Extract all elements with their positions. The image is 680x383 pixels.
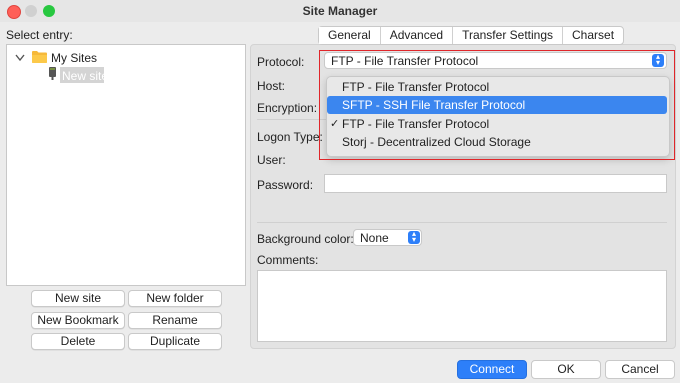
tab-bar: General Advanced Transfer Settings Chars…: [318, 26, 625, 45]
background-color-value: None: [360, 231, 389, 245]
new-site-button[interactable]: New site: [31, 290, 125, 307]
delete-button[interactable]: Delete: [31, 333, 125, 350]
host-label: Host:: [257, 79, 286, 93]
cancel-button[interactable]: Cancel: [605, 360, 675, 379]
server-icon: [49, 67, 56, 80]
folder-icon: [32, 51, 47, 63]
logon-type-label: Logon Type:: [257, 130, 323, 144]
background-color-stepper-icon: ▴ ▾: [408, 230, 420, 244]
protocol-label: Protocol:: [257, 55, 305, 69]
window-title: Site Manager: [302, 4, 378, 18]
connect-button[interactable]: Connect: [457, 360, 527, 379]
new-bookmark-button[interactable]: New Bookmark: [31, 312, 125, 329]
background-color-label: Background color:: [257, 232, 354, 246]
site-tree[interactable]: [6, 44, 246, 286]
ok-button[interactable]: OK: [531, 360, 601, 379]
tab-transfer-settings[interactable]: Transfer Settings: [452, 27, 562, 44]
tab-general[interactable]: General: [319, 27, 380, 44]
rename-button[interactable]: Rename: [128, 312, 222, 329]
user-label: User:: [257, 153, 286, 167]
chevron-down-icon[interactable]: [15, 54, 25, 62]
comments-field[interactable]: [257, 270, 667, 342]
duplicate-button[interactable]: Duplicate: [128, 333, 222, 350]
tab-charset[interactable]: Charset: [562, 27, 623, 44]
select-entry-label: Select entry:: [6, 28, 73, 42]
new-folder-button[interactable]: New folder: [128, 290, 222, 307]
password-field[interactable]: [324, 174, 667, 193]
tree-item-my-sites[interactable]: My Sites: [51, 51, 97, 65]
highlight-annotation: [319, 50, 675, 160]
tab-advanced[interactable]: Advanced: [379, 27, 452, 44]
encryption-label: Encryption:: [257, 101, 318, 115]
comments-label: Comments:: [257, 253, 319, 267]
tree-item-new-site[interactable]: New site: [62, 69, 108, 83]
password-label: Password:: [257, 178, 314, 192]
divider: [257, 222, 667, 223]
